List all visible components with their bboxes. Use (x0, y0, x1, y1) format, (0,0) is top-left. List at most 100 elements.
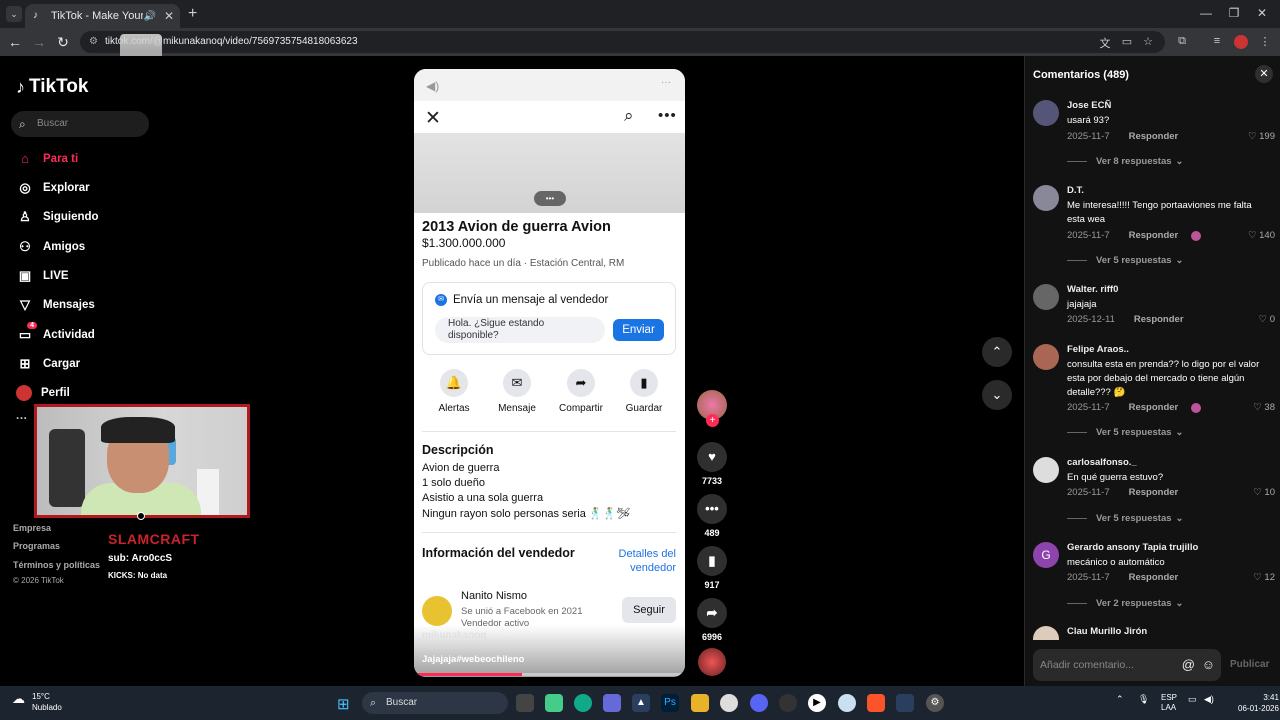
task-view-icon[interactable] (516, 694, 534, 712)
reply-button[interactable]: Responder (1129, 230, 1179, 241)
commenter-name[interactable]: Clau Murillo Jirón (1067, 626, 1147, 637)
emoji-icon[interactable]: ☺ (1202, 649, 1215, 681)
commenter-name[interactable]: Jose ECÑ (1067, 100, 1111, 111)
sidebar-more[interactable]: ··· (16, 413, 28, 425)
footer-company-link[interactable]: Empresa (13, 523, 51, 533)
reading-list-icon[interactable]: ≡ (1210, 35, 1224, 47)
tab-search-icon[interactable]: ⌄ (6, 6, 22, 22)
search-input[interactable]: ⌕ Buscar (11, 111, 149, 137)
video-more-icon[interactable]: ··· (661, 77, 671, 88)
comment-like[interactable]: ♡ 38 (1253, 402, 1275, 413)
video-username[interactable]: mikunakanoq (422, 630, 486, 641)
commenter-name[interactable]: Walter. riff0 (1067, 284, 1118, 295)
commenter-avatar[interactable] (1033, 185, 1059, 211)
edge-icon[interactable] (574, 694, 592, 712)
view-replies-button[interactable]: Ver 5 respuestas ⌄ (1067, 427, 1184, 438)
commenter-avatar[interactable] (1033, 457, 1059, 483)
media-player-icon[interactable]: ▶ (808, 694, 826, 712)
browser-menu-icon[interactable]: ⋮ (1258, 35, 1272, 48)
follow-plus-icon[interactable]: + (706, 414, 719, 427)
commenter-avatar[interactable] (1033, 284, 1059, 310)
view-replies-button[interactable]: Ver 8 respuestas ⌄ (1067, 156, 1184, 167)
reply-button[interactable]: Responder (1129, 402, 1179, 413)
weather-widget[interactable]: ☁ 15°C Nublado (12, 691, 62, 713)
comment-input[interactable]: Añadir comentario... @ ☺ (1033, 649, 1221, 681)
windows-start-icon[interactable]: ⊞ (337, 695, 350, 713)
like-button[interactable]: ♥ 7733 (696, 442, 728, 486)
teams-icon[interactable] (603, 694, 621, 712)
commenter-name[interactable]: Gerardo ansony Tapia trujillo (1067, 542, 1198, 553)
publish-button[interactable]: Publicar (1230, 659, 1269, 670)
sidebar-item-live[interactable]: ▣ LIVE (16, 268, 69, 284)
view-replies-button[interactable]: Ver 2 respuestas ⌄ (1067, 598, 1184, 609)
mention-icon[interactable]: @ (1182, 649, 1195, 681)
view-replies-button[interactable]: Ver 5 respuestas ⌄ (1067, 255, 1184, 266)
microphone-icon[interactable]: 🎙 (1138, 694, 1149, 705)
sidebar-item-amigos[interactable]: ⚇ Amigos (16, 239, 85, 255)
reply-button[interactable]: Responder (1134, 314, 1184, 325)
commenter-avatar[interactable] (1033, 100, 1059, 126)
language-indicator[interactable]: ESP LAA (1161, 693, 1177, 713)
sidebar-item-cargar[interactable]: ⊞ Cargar (16, 356, 81, 372)
close-comments-icon[interactable]: ✕ (1255, 65, 1273, 83)
commenter-name[interactable]: D.T. (1067, 185, 1084, 196)
sidebar-item-actividad[interactable]: ▭ 4 Actividad (16, 322, 95, 343)
brave-icon[interactable] (867, 694, 885, 712)
reply-button[interactable]: Responder (1129, 487, 1179, 498)
extensions-icon[interactable]: ⧉ (1175, 35, 1189, 48)
close-tab-icon[interactable]: ✕ (164, 9, 174, 23)
file-explorer-icon[interactable] (691, 694, 709, 712)
restore-icon[interactable]: ❐ (1224, 6, 1244, 20)
profile-avatar-icon[interactable] (1234, 35, 1248, 49)
commenter-avatar[interactable]: G (1033, 542, 1059, 568)
video-progress-bar[interactable] (414, 673, 685, 676)
widgets-icon[interactable] (545, 694, 563, 712)
view-replies-button[interactable]: Ver 5 respuestas ⌄ (1067, 513, 1184, 524)
steam-icon[interactable]: ▲ (632, 694, 650, 712)
system-clock[interactable]: 3:41 06-01-2026 (1238, 692, 1279, 714)
tiktok-logo[interactable]: ♪ TikTok (16, 76, 88, 98)
network-icon[interactable]: ▭ (1188, 694, 1197, 705)
video-caption[interactable]: Jajajaja#webeochileno (422, 654, 524, 665)
address-bar[interactable]: ⚙ tiktok.com/@mikunakanoq/video/75697357… (80, 31, 1165, 53)
sidebar-item-explorar[interactable]: ◎ Explorar (16, 180, 89, 196)
save-button[interactable]: ▮ 917 (696, 546, 728, 590)
footer-terms-link[interactable]: Términos y políticas (13, 560, 100, 570)
steam-app-icon[interactable] (896, 694, 914, 712)
sidebar-item-mensajes[interactable]: ▽ Mensajes (16, 297, 95, 313)
comment-like[interactable]: ♡ 10 (1253, 487, 1275, 498)
volume-tray-icon[interactable]: ◀) (1204, 694, 1214, 705)
comment-like[interactable]: ♡ 199 (1248, 131, 1275, 142)
reply-button[interactable]: Responder (1129, 572, 1179, 583)
cast-icon[interactable]: ▭ (1120, 35, 1134, 48)
obs-icon[interactable] (779, 694, 797, 712)
commenter-avatar[interactable] (1033, 626, 1059, 640)
back-icon[interactable]: ← (7, 34, 23, 50)
commenter-avatar[interactable] (1033, 344, 1059, 370)
browser-tab[interactable]: ♪ TikTok - Make Your Day 🔊 ✕ (25, 4, 180, 28)
comment-like[interactable]: ♡ 140 (1248, 230, 1275, 241)
reload-icon[interactable]: ↻ (55, 34, 71, 51)
footer-programs-link[interactable]: Programas (13, 541, 60, 551)
previous-video-button[interactable]: ⌃ (982, 337, 1012, 367)
chrome-active-icon[interactable] (838, 694, 856, 712)
chrome-icon[interactable] (720, 694, 738, 712)
comment-like[interactable]: ♡ 0 (1259, 314, 1275, 325)
next-video-button[interactable]: ⌄ (982, 380, 1012, 410)
sidebar-item-siguiendo[interactable]: ♙ Siguiendo (16, 209, 98, 225)
video-player[interactable]: ◀) ··· ✕ ⌕ ••• ••• 2013 Avion de guerra … (414, 69, 685, 677)
share-button[interactable]: ➦ 6996 (696, 598, 728, 642)
comment-like[interactable]: ♡ 12 (1253, 572, 1275, 583)
bookmark-star-icon[interactable]: ☆ (1141, 35, 1155, 48)
minimize-icon[interactable]: — (1196, 6, 1216, 20)
music-disc-icon[interactable] (698, 648, 726, 676)
site-info-icon[interactable]: ⚙ (89, 31, 98, 53)
commenter-name[interactable]: Felipe Araos.. (1067, 344, 1129, 355)
volume-icon[interactable]: ◀) (426, 79, 439, 93)
sidebar-item-perfil[interactable]: Perfil (16, 385, 70, 401)
forward-icon[interactable]: → (31, 34, 47, 50)
discord-icon[interactable] (750, 694, 768, 712)
settings-gear-icon[interactable]: ⚙ (926, 694, 944, 712)
speaker-icon[interactable]: 🔊 (143, 11, 155, 22)
commenter-name[interactable]: carlosalfonso._ (1067, 457, 1137, 468)
